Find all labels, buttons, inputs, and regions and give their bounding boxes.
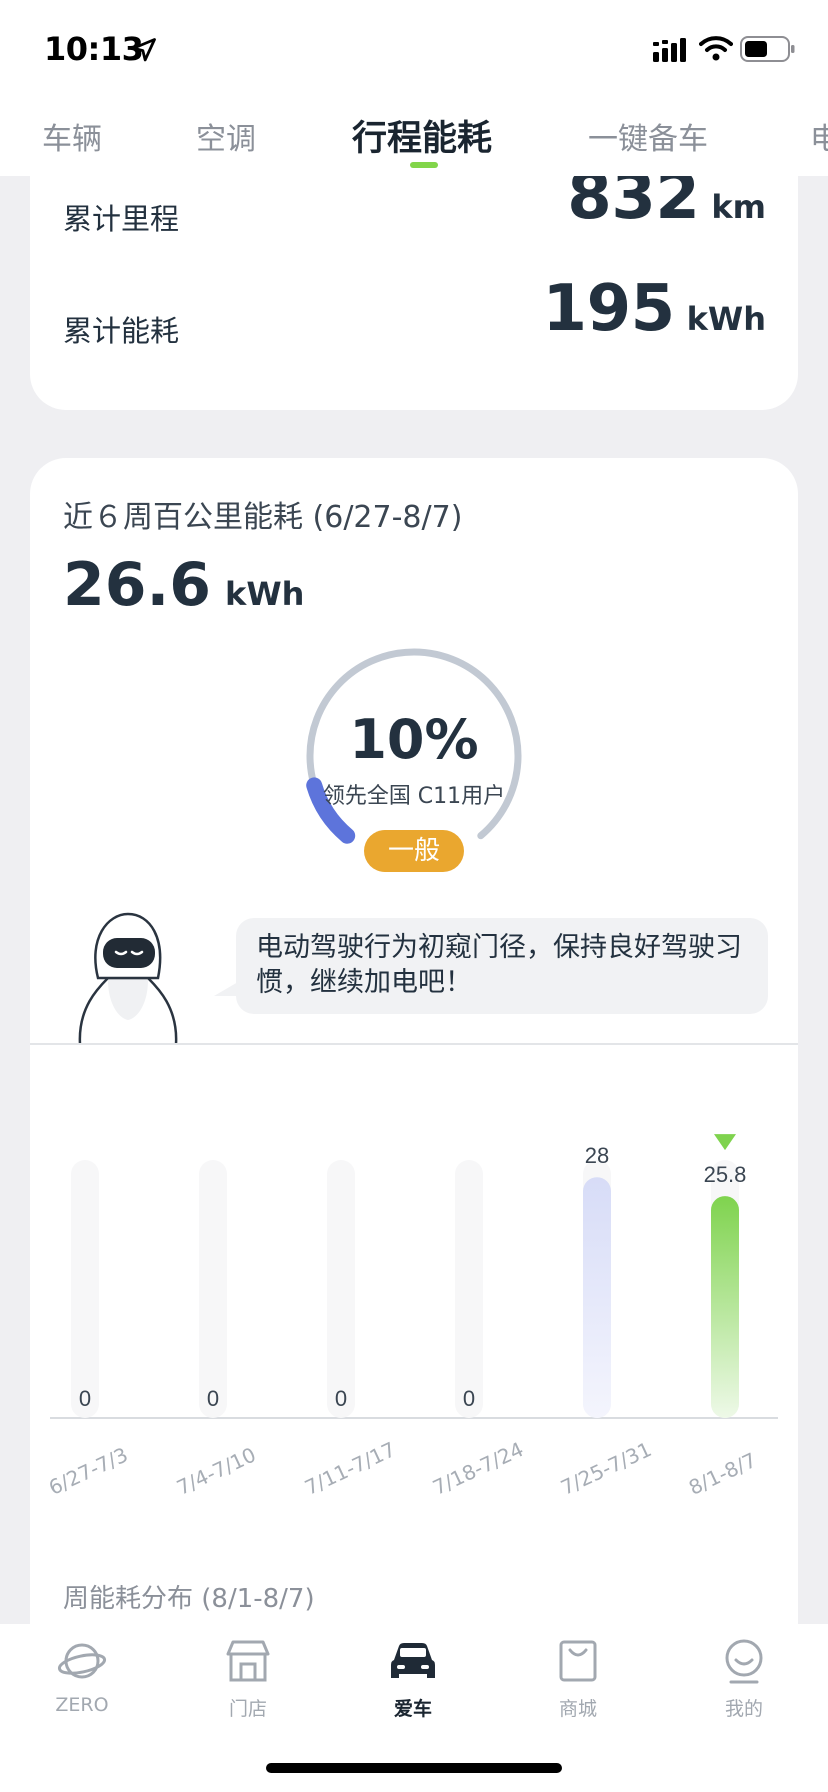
battery-icon — [740, 36, 795, 62]
driving-tip-bubble: 电动驾驶行为初窥门径，保持良好驾驶习惯，继续加电吧！ — [236, 918, 768, 1014]
status-time: 10:13 — [44, 30, 144, 68]
nav-profile[interactable]: 我的 — [684, 1638, 804, 1721]
total-energy-number: 195 — [542, 272, 676, 346]
nav-zero[interactable]: ZERO — [22, 1638, 142, 1716]
rating-badge: 一般 — [364, 830, 464, 872]
total-mileage-value: 832 km — [567, 176, 766, 234]
chart-value-label: 0 — [79, 1386, 91, 1411]
gauge-percent: 10% — [349, 708, 479, 771]
chart-bar — [711, 1196, 739, 1418]
home-indicator — [266, 1763, 562, 1773]
planet-icon — [57, 1643, 107, 1679]
current-week-marker-icon — [714, 1134, 736, 1151]
store-icon — [226, 1640, 270, 1682]
section-divider — [30, 1043, 798, 1045]
chart-bar — [583, 1177, 611, 1418]
chart-value-label: 0 — [463, 1386, 475, 1411]
total-mileage-unit: km — [711, 188, 766, 226]
total-energy-value: 195 kWh — [543, 272, 766, 346]
tab-air-conditioning[interactable]: 空调 — [196, 114, 256, 158]
nav-my-car[interactable]: 爱车 — [353, 1638, 473, 1721]
wifi-icon — [699, 36, 733, 61]
nav-store[interactable]: 门店 — [188, 1638, 308, 1721]
consumption-card: 近６周百公里能耗 (6/27-8/7) 26.6 kWh 10% 领先全国 C11… — [30, 458, 798, 1624]
chart-value-label: 0 — [207, 1386, 219, 1411]
location-arrow-icon — [132, 38, 156, 62]
tab-battery[interactable]: 电 — [810, 114, 828, 158]
profile-icon — [725, 1639, 763, 1684]
chart-bar-track — [71, 1160, 99, 1418]
total-energy-unit: kWh — [686, 300, 766, 338]
weekly-consumption-chart: 0 0 0 0 28 25.8 — [50, 1134, 778, 1419]
top-tab-bar: 车辆 空调 行程能耗 一键备车 电 — [0, 100, 828, 176]
nav-mall-label: 商城 — [558, 1698, 597, 1720]
speech-bubble-tail — [214, 982, 238, 996]
total-mileage-number: 832 — [567, 176, 700, 234]
chart-bar-track — [327, 1160, 355, 1418]
consumption-title: 近６周百公里能耗 (6/27-8/7) — [63, 500, 463, 535]
nav-store-label: 门店 — [228, 1698, 267, 1720]
cellular-signal-icon — [653, 38, 686, 62]
tab-trip-energy[interactable]: 行程能耗 — [352, 110, 492, 161]
tab-vehicle[interactable]: 车辆 — [42, 114, 102, 158]
next-section-title: 周能耗分布 (8/1-8/7) — [63, 1584, 315, 1614]
content-scroll-area[interactable]: 累计里程 832 km 累计能耗 195 kWh 近６周百公里能耗 (6/27-8/… — [0, 176, 828, 1624]
totals-card: 累计里程 832 km 累计能耗 195 kWh — [30, 176, 798, 410]
chart-bar-track — [455, 1160, 483, 1418]
status-bar: 10:13 — [0, 0, 828, 100]
total-energy-label: 累计能耗 — [63, 314, 180, 348]
chart-bar-track — [199, 1160, 227, 1418]
tab-one-key-prepare[interactable]: 一键备车 — [588, 114, 708, 158]
nav-profile-label: 我的 — [724, 1698, 763, 1720]
nav-my-car-label: 爱车 — [393, 1698, 432, 1720]
consumption-unit: kWh — [225, 575, 305, 613]
shopping-bag-icon — [559, 1640, 597, 1682]
chart-value-label: 25.8 — [704, 1162, 747, 1187]
nav-zero-label: ZERO — [55, 1694, 109, 1716]
gauge-subtitle: 领先全国 C11用户 — [322, 784, 506, 809]
consumption-value: 26.6 kWh — [63, 550, 304, 620]
chart-value-label: 0 — [335, 1386, 347, 1411]
car-icon — [391, 1643, 435, 1678]
chart-value-label: 28 — [585, 1143, 609, 1168]
total-mileage-label: 累计里程 — [63, 202, 180, 236]
active-tab-indicator — [410, 162, 438, 168]
nav-mall[interactable]: 商城 — [518, 1638, 638, 1721]
consumption-number: 26.6 — [63, 550, 212, 620]
mascot-robot-icon — [78, 912, 178, 1044]
